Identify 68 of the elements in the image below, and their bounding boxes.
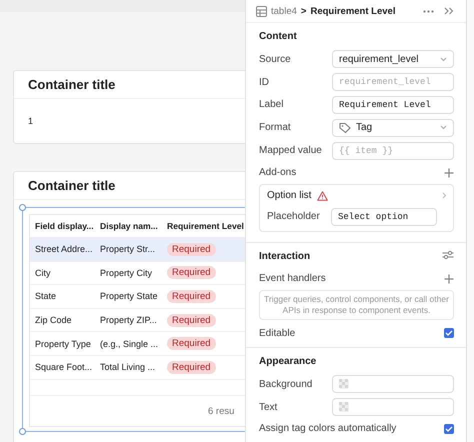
table-cell-text: (e.g., Single ...	[99, 338, 160, 349]
table-cell-text: Property City	[99, 268, 154, 278]
plus-icon[interactable]	[444, 168, 454, 178]
table-row[interactable]: Street Addre... Property Str... Required	[30, 238, 245, 262]
color-field[interactable]	[332, 398, 454, 416]
table-cell-text: Zip Code	[34, 315, 73, 326]
column-header[interactable]: Requirement Level	[162, 221, 245, 231]
chevron-down-icon	[440, 125, 447, 130]
requirement-tag: Required	[167, 242, 216, 256]
section-title: Content	[259, 30, 298, 44]
column-header[interactable]: Field display...	[30, 221, 95, 231]
column-header[interactable]: Display nam...	[95, 221, 162, 231]
addon-title[interactable]: Option list	[267, 190, 312, 202]
table-cell-text: Property ZIP...	[99, 315, 158, 326]
select-field[interactable]: Tag	[332, 118, 454, 137]
requirement-tag: Required	[167, 266, 216, 280]
table-cell-text: Property State	[99, 291, 159, 302]
color-field[interactable]	[332, 375, 454, 394]
more-icon[interactable]	[423, 10, 434, 12]
field-label: ID	[259, 76, 270, 88]
table-cell-text: Property Type	[34, 338, 92, 349]
results-count: 6 resu	[208, 406, 234, 416]
table-cell-text: Square Foot...	[34, 362, 94, 372]
field-label: Source	[259, 54, 292, 65]
tag-icon	[339, 122, 351, 134]
breadcrumb-current: Requirement Level	[310, 6, 396, 16]
empty-state-text: Trigger queries, control components, or call other APIs in response to component events.	[264, 294, 449, 316]
table-icon	[256, 6, 267, 16]
input-field[interactable]: {{ item }}	[332, 142, 454, 160]
field-label: Mapped value	[259, 145, 323, 156]
chevron-right-icon[interactable]	[442, 192, 447, 200]
breadcrumb-link[interactable]: table4	[271, 6, 297, 16]
checkbox[interactable]	[444, 328, 454, 338]
plus-icon[interactable]	[444, 274, 454, 284]
breadcrumb-separator: >	[300, 6, 306, 16]
checkbox[interactable]	[444, 424, 454, 434]
resize-handle[interactable]	[19, 204, 26, 211]
input-field[interactable]: requirement_level	[332, 73, 454, 92]
select-field[interactable]: requirement_level	[332, 50, 454, 68]
transparent-swatch-icon	[339, 379, 349, 390]
requirement-tag: Required	[167, 314, 216, 327]
table-cell-text: City	[34, 268, 52, 278]
input-field[interactable]: Requirement Level	[332, 96, 454, 114]
field-label: Background	[259, 378, 314, 390]
field-label: Text	[259, 402, 278, 413]
field-label: Format	[259, 122, 292, 134]
table-cell-text: Total Living ...	[99, 362, 156, 372]
input-field[interactable]: Select option	[331, 208, 437, 226]
field-label: Label	[259, 99, 284, 110]
table-cell-text: Street Addre...	[34, 244, 94, 254]
container-text: 1	[28, 116, 34, 126]
transparent-swatch-icon	[339, 402, 349, 412]
sliders-icon[interactable]	[442, 250, 454, 260]
checkbox-label: Assign tag colors automatically	[259, 423, 396, 434]
field-label: Placeholder	[267, 211, 321, 222]
requirement-tag: Required	[167, 337, 216, 350]
section-title: Interaction	[259, 250, 310, 264]
table-cell-text: Property Str...	[99, 244, 156, 254]
table-cell-text: State	[34, 291, 58, 302]
requirement-tag: Required	[167, 290, 216, 303]
resize-handle[interactable]	[19, 428, 26, 435]
field-label: Add-ons	[259, 167, 296, 178]
collapse-icon[interactable]	[444, 7, 454, 15]
checkbox-label: Editable	[259, 328, 296, 339]
section-title: Appearance	[259, 354, 318, 369]
field-label: Event handlers	[259, 273, 326, 284]
chevron-down-icon	[440, 56, 447, 62]
requirement-tag: Required	[167, 360, 216, 374]
